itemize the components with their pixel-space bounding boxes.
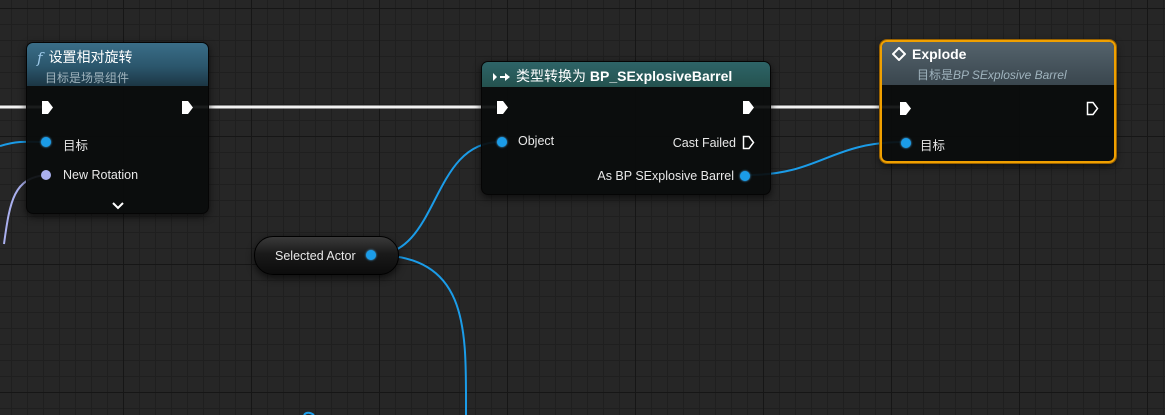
exec-out-pin[interactable] bbox=[742, 100, 755, 115]
node-header[interactable]: f 设置相对旋转 目标是场景组件 bbox=[27, 43, 208, 86]
node-title: 设置相对旋转 bbox=[48, 49, 133, 65]
node-title: Explode bbox=[912, 46, 967, 62]
node-header[interactable]: Explode 目标是BP SExplosive Barrel bbox=[882, 42, 1114, 85]
node-cast-to-explosive-barrel[interactable]: 类型转换为 BP_SExplosiveBarrel Object Cast Fa… bbox=[481, 61, 771, 195]
new-rotation-pin-dot[interactable] bbox=[41, 170, 51, 180]
event-diamond-icon bbox=[891, 46, 907, 64]
target-pin-label: 目标 bbox=[920, 139, 946, 153]
node-selected-actor[interactable]: Selected Actor bbox=[254, 236, 399, 275]
node-title-class: BP_SExplosiveBarrel bbox=[589, 68, 733, 84]
node-subtitle-class: BP SExplosive Barrel bbox=[953, 67, 1067, 82]
node-header[interactable]: 类型转换为 BP_SExplosiveBarrel bbox=[482, 62, 770, 87]
exec-out-pin[interactable] bbox=[1086, 101, 1099, 116]
wire-selected-down bbox=[373, 254, 468, 415]
selected-actor-label: Selected Actor bbox=[275, 249, 356, 263]
exec-in-pin[interactable] bbox=[496, 100, 509, 115]
node-set-relative-rotation[interactable]: f 设置相对旋转 目标是场景组件 目标 New Rotation bbox=[26, 42, 209, 214]
exec-out-pin[interactable] bbox=[181, 100, 194, 115]
as-barrel-pin-label: As BP SExplosive Barrel bbox=[597, 169, 734, 183]
as-barrel-pin-dot[interactable] bbox=[740, 171, 750, 181]
target-pin-dot[interactable] bbox=[41, 137, 51, 147]
node-explode[interactable]: Explode 目标是BP SExplosive Barrel 目标 bbox=[880, 40, 1116, 163]
node-subtitle-prefix: 目标是 bbox=[917, 67, 954, 82]
selected-actor-pin-dot[interactable] bbox=[366, 250, 376, 260]
exec-in-pin[interactable] bbox=[899, 101, 912, 116]
cast-failed-exec-pin[interactable] bbox=[742, 135, 755, 150]
object-pin-label: Object bbox=[518, 134, 555, 148]
cast-failed-pin-label: Cast Failed bbox=[672, 136, 736, 150]
expand-chevron-icon[interactable] bbox=[112, 197, 124, 215]
target-pin-label: 目标 bbox=[63, 139, 89, 153]
function-icon: f bbox=[37, 49, 43, 68]
exec-in-pin[interactable] bbox=[41, 100, 54, 115]
node-title-prefix: 类型转换为 bbox=[516, 68, 590, 84]
target-pin-dot[interactable] bbox=[901, 138, 911, 148]
cast-icon bbox=[492, 69, 512, 85]
object-pin-dot[interactable] bbox=[497, 137, 507, 147]
new-rotation-pin-label: New Rotation bbox=[63, 168, 139, 182]
node-subtitle: 目标是场景组件 bbox=[45, 71, 130, 86]
